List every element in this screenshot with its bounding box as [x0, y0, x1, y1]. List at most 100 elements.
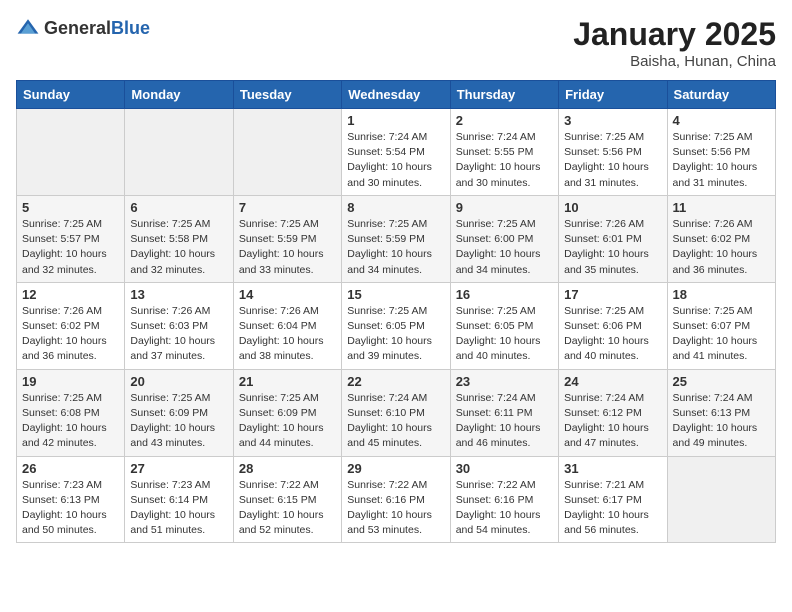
day-info: Sunrise: 7:24 AMSunset: 6:11 PMDaylight:… [456, 391, 553, 452]
day-info: Sunrise: 7:22 AMSunset: 6:15 PMDaylight:… [239, 478, 336, 539]
day-number: 26 [22, 461, 119, 476]
calendar-cell: 30 Sunrise: 7:22 AMSunset: 6:16 PMDayligh… [450, 456, 558, 543]
weekday-header: Sunday [17, 81, 125, 109]
day-info: Sunrise: 7:25 AMSunset: 6:08 PMDaylight:… [22, 391, 119, 452]
logo: GeneralBlue [16, 16, 150, 40]
day-number: 16 [456, 287, 553, 302]
calendar-cell: 15 Sunrise: 7:25 AMSunset: 6:05 PMDayligh… [342, 282, 450, 369]
day-number: 28 [239, 461, 336, 476]
day-info: Sunrise: 7:25 AMSunset: 6:09 PMDaylight:… [239, 391, 336, 452]
calendar-cell [125, 109, 233, 196]
weekday-header: Friday [559, 81, 667, 109]
day-info: Sunrise: 7:24 AMSunset: 5:54 PMDaylight:… [347, 130, 444, 191]
calendar-cell: 18 Sunrise: 7:25 AMSunset: 6:07 PMDayligh… [667, 282, 775, 369]
calendar-cell: 6 Sunrise: 7:25 AMSunset: 5:58 PMDaylight… [125, 195, 233, 282]
day-info: Sunrise: 7:25 AMSunset: 6:09 PMDaylight:… [130, 391, 227, 452]
calendar-cell: 17Sunrise: 7:25 AMSunset: 6:06 PMDayligh… [559, 282, 667, 369]
calendar-cell: 10Sunrise: 7:26 AMSunset: 6:01 PMDayligh… [559, 195, 667, 282]
day-info: Sunrise: 7:25 AMSunset: 6:00 PMDaylight:… [456, 217, 553, 278]
calendar-cell: 8Sunrise: 7:25 AMSunset: 5:59 PMDaylight… [342, 195, 450, 282]
logo-text-blue: Blue [111, 18, 150, 38]
calendar-cell: 7Sunrise: 7:25 AMSunset: 5:59 PMDaylight… [233, 195, 341, 282]
day-number: 13 [130, 287, 227, 302]
weekday-header: Thursday [450, 81, 558, 109]
calendar-cell: 14Sunrise: 7:26 AMSunset: 6:04 PMDayligh… [233, 282, 341, 369]
day-info: Sunrise: 7:24 AMSunset: 6:13 PMDaylight:… [673, 391, 770, 452]
day-number: 29 [347, 461, 444, 476]
day-info: Sunrise: 7:24 AMSunset: 6:12 PMDaylight:… [564, 391, 661, 452]
day-number: 3 [564, 113, 661, 128]
calendar-subtitle: Baisha, Hunan, China [573, 53, 776, 70]
calendar-week-row: 12 Sunrise: 7:26 AMSunset: 6:02 PMDayligh… [17, 282, 776, 369]
calendar-cell: 24Sunrise: 7:24 AMSunset: 6:12 PMDayligh… [559, 369, 667, 456]
day-number: 19 [22, 374, 119, 389]
calendar-cell: 26 Sunrise: 7:23 AMSunset: 6:13 PMDayligh… [17, 456, 125, 543]
calendar-cell [17, 109, 125, 196]
day-info: Sunrise: 7:26 AMSunset: 6:04 PMDaylight:… [239, 304, 336, 365]
calendar-cell: 13 Sunrise: 7:26 AMSunset: 6:03 PMDayligh… [125, 282, 233, 369]
day-info: Sunrise: 7:25 AMSunset: 6:07 PMDaylight:… [673, 304, 770, 365]
logo-text-general: General [44, 18, 111, 38]
calendar-table: SundayMondayTuesdayWednesdayThursdayFrid… [16, 80, 776, 543]
calendar-cell: 1Sunrise: 7:24 AMSunset: 5:54 PMDaylight… [342, 109, 450, 196]
title-block: January 2025 Baisha, Hunan, China [573, 16, 776, 70]
day-info: Sunrise: 7:26 AMSunset: 6:02 PMDaylight:… [673, 217, 770, 278]
calendar-week-row: 26 Sunrise: 7:23 AMSunset: 6:13 PMDayligh… [17, 456, 776, 543]
day-info: Sunrise: 7:24 AMSunset: 6:10 PMDaylight:… [347, 391, 444, 452]
day-number: 22 [347, 374, 444, 389]
calendar-cell: 3 Sunrise: 7:25 AMSunset: 5:56 PMDaylight… [559, 109, 667, 196]
calendar-cell: 4 Sunrise: 7:25 AMSunset: 5:56 PMDaylight… [667, 109, 775, 196]
day-info: Sunrise: 7:26 AMSunset: 6:03 PMDaylight:… [130, 304, 227, 365]
day-number: 20 [130, 374, 227, 389]
weekday-header: Tuesday [233, 81, 341, 109]
calendar-title: January 2025 [573, 16, 776, 53]
calendar-week-row: 19 Sunrise: 7:25 AMSunset: 6:08 PMDayligh… [17, 369, 776, 456]
calendar-cell: 19 Sunrise: 7:25 AMSunset: 6:08 PMDayligh… [17, 369, 125, 456]
day-number: 18 [673, 287, 770, 302]
day-info: Sunrise: 7:25 AMSunset: 6:05 PMDaylight:… [347, 304, 444, 365]
day-info: Sunrise: 7:25 AMSunset: 5:58 PMDaylight:… [130, 217, 227, 278]
day-number: 6 [130, 200, 227, 215]
calendar-cell: 23 Sunrise: 7:24 AMSunset: 6:11 PMDayligh… [450, 369, 558, 456]
day-info: Sunrise: 7:24 AMSunset: 5:55 PMDaylight:… [456, 130, 553, 191]
day-info: Sunrise: 7:25 AMSunset: 6:05 PMDaylight:… [456, 304, 553, 365]
day-info: Sunrise: 7:23 AMSunset: 6:13 PMDaylight:… [22, 478, 119, 539]
weekday-header-row: SundayMondayTuesdayWednesdayThursdayFrid… [17, 81, 776, 109]
calendar-cell: 27 Sunrise: 7:23 AMSunset: 6:14 PMDayligh… [125, 456, 233, 543]
day-info: Sunrise: 7:25 AMSunset: 5:57 PMDaylight:… [22, 217, 119, 278]
day-number: 15 [347, 287, 444, 302]
day-number: 11 [673, 200, 770, 215]
calendar-cell: 29 Sunrise: 7:22 AMSunset: 6:16 PMDayligh… [342, 456, 450, 543]
calendar-cell: 28 Sunrise: 7:22 AMSunset: 6:15 PMDayligh… [233, 456, 341, 543]
calendar-week-row: 1Sunrise: 7:24 AMSunset: 5:54 PMDaylight… [17, 109, 776, 196]
calendar-cell: 5Sunrise: 7:25 AMSunset: 5:57 PMDaylight… [17, 195, 125, 282]
day-number: 4 [673, 113, 770, 128]
day-number: 25 [673, 374, 770, 389]
day-number: 2 [456, 113, 553, 128]
day-number: 17 [564, 287, 661, 302]
calendar-cell: 11 Sunrise: 7:26 AMSunset: 6:02 PMDayligh… [667, 195, 775, 282]
calendar-cell [233, 109, 341, 196]
day-number: 23 [456, 374, 553, 389]
day-number: 7 [239, 200, 336, 215]
calendar-cell: 22 Sunrise: 7:24 AMSunset: 6:10 PMDayligh… [342, 369, 450, 456]
day-info: Sunrise: 7:22 AMSunset: 6:16 PMDaylight:… [347, 478, 444, 539]
weekday-header: Monday [125, 81, 233, 109]
logo-icon [16, 16, 40, 40]
calendar-cell: 9Sunrise: 7:25 AMSunset: 6:00 PMDaylight… [450, 195, 558, 282]
day-number: 30 [456, 461, 553, 476]
day-info: Sunrise: 7:23 AMSunset: 6:14 PMDaylight:… [130, 478, 227, 539]
day-number: 31 [564, 461, 661, 476]
day-number: 21 [239, 374, 336, 389]
calendar-cell: 12 Sunrise: 7:26 AMSunset: 6:02 PMDayligh… [17, 282, 125, 369]
day-number: 12 [22, 287, 119, 302]
day-info: Sunrise: 7:26 AMSunset: 6:02 PMDaylight:… [22, 304, 119, 365]
day-number: 27 [130, 461, 227, 476]
calendar-cell: 2 Sunrise: 7:24 AMSunset: 5:55 PMDaylight… [450, 109, 558, 196]
day-info: Sunrise: 7:25 AMSunset: 5:56 PMDaylight:… [564, 130, 661, 191]
day-number: 10 [564, 200, 661, 215]
day-info: Sunrise: 7:25 AMSunset: 5:56 PMDaylight:… [673, 130, 770, 191]
day-info: Sunrise: 7:22 AMSunset: 6:16 PMDaylight:… [456, 478, 553, 539]
calendar-cell: 16 Sunrise: 7:25 AMSunset: 6:05 PMDayligh… [450, 282, 558, 369]
weekday-header: Wednesday [342, 81, 450, 109]
